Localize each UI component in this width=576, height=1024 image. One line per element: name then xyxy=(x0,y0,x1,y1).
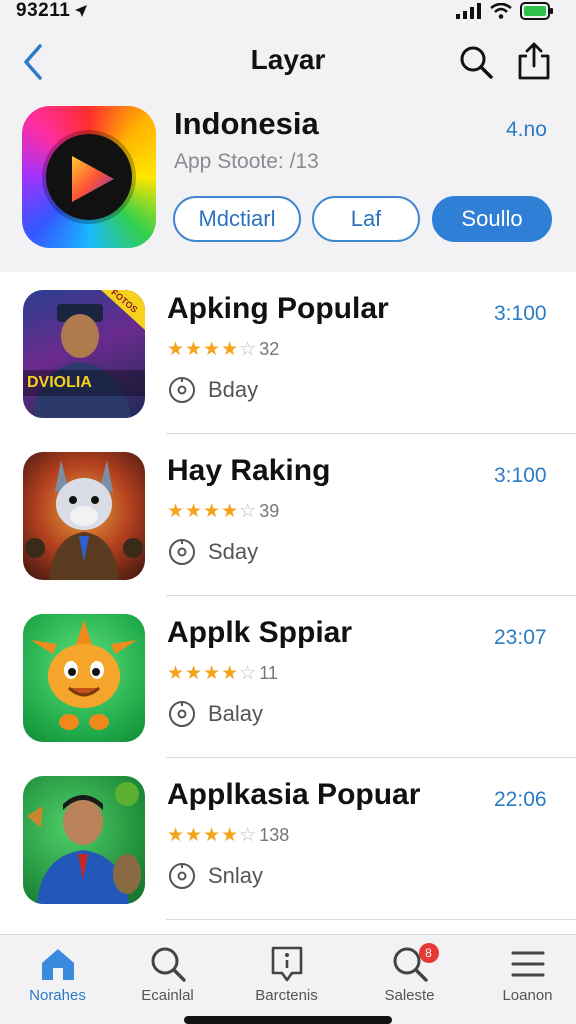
menu-icon xyxy=(511,943,545,985)
share-icon xyxy=(518,42,550,80)
half-star-icon: ☆ xyxy=(239,663,258,684)
app-meta: Bday xyxy=(168,376,258,404)
rating-stars: ★★★★ ☆ 32 xyxy=(167,338,279,361)
tab-updates[interactable]: 8 Saleste xyxy=(352,935,467,1024)
tab-label: Loanon xyxy=(502,987,553,1004)
orange-creature-illustration xyxy=(31,620,137,730)
search-icon xyxy=(149,943,187,985)
battery-icon xyxy=(520,2,553,20)
tab-info[interactable]: Barctenis xyxy=(229,935,344,1024)
app-time: 3:100 xyxy=(494,302,547,325)
app-thumbnail: DVIOLIA FOTOS xyxy=(23,290,145,418)
disc-icon xyxy=(169,377,195,403)
meta-text: Balay xyxy=(208,701,264,726)
tab-label: Saleste xyxy=(384,987,435,1004)
rating-count: 39 xyxy=(259,501,280,521)
half-star-icon: ☆ xyxy=(239,339,258,360)
rating-stars: ★★★★ ☆ 138 xyxy=(167,824,289,847)
status-icons xyxy=(456,2,554,20)
app-meta: Balay xyxy=(168,700,263,728)
half-star-icon: ☆ xyxy=(239,501,258,522)
rating-count: 138 xyxy=(259,825,290,845)
search-badge-icon: 8 xyxy=(391,943,439,985)
meta-text: Sday xyxy=(208,539,259,564)
hero-app-name: Indonesia xyxy=(174,106,319,141)
status-bar: 93211 xyxy=(0,0,576,22)
app-list: DVIOLIA FOTOS Apking Popular 3:100 ★★★★ ☆… xyxy=(0,272,576,920)
home-indicator[interactable] xyxy=(184,1016,392,1024)
man-with-animals-illustration xyxy=(27,782,141,904)
disc-icon xyxy=(169,863,195,889)
pill-button-2[interactable]: Laf xyxy=(312,196,420,242)
status-time-text: 93211 xyxy=(16,0,71,21)
row-divider xyxy=(166,919,576,920)
tab-bar: Norahes Ecainlal Barctenis 8 Saleste Loa… xyxy=(0,934,576,1024)
app-title: Apking Popular xyxy=(167,292,389,325)
home-icon xyxy=(39,943,77,985)
pill-button-1[interactable]: Mdctiarl xyxy=(173,196,301,242)
app-title: Applk Sppiar xyxy=(167,616,353,649)
rating-count: 32 xyxy=(259,339,280,359)
app-time: 3:100 xyxy=(494,464,547,487)
signal-icon xyxy=(456,3,481,19)
stars-filled: ★★★★ xyxy=(167,339,240,360)
tab-search[interactable]: Ecainlal xyxy=(110,935,225,1024)
disc-icon xyxy=(169,539,195,565)
app-header-section: Layar Indonesia 4.no App Stoote: /13 Mdc… xyxy=(0,22,576,272)
hero-app-icon[interactable] xyxy=(22,106,156,248)
app-time: 22:06 xyxy=(494,788,547,811)
rating-stars: ★★★★ ☆ 11 xyxy=(167,662,278,685)
list-item[interactable]: Applkasia Popuar 22:06 ★★★★ ☆ 138 Snlay xyxy=(0,758,576,920)
notification-badge: 8 xyxy=(418,943,439,963)
info-tag-icon xyxy=(270,943,304,985)
share-button[interactable] xyxy=(514,40,554,82)
meta-text: Bday xyxy=(208,377,259,402)
tab-menu[interactable]: Loanon xyxy=(470,935,576,1024)
list-item[interactable]: DVIOLIA FOTOS Apking Popular 3:100 ★★★★ ☆… xyxy=(0,272,576,434)
disc-icon xyxy=(169,701,195,727)
tab-label: Barctenis xyxy=(255,987,318,1004)
app-thumbnail xyxy=(23,452,145,580)
app-title: Hay Raking xyxy=(167,454,331,487)
meta-text: Snlay xyxy=(208,863,264,888)
play-icon xyxy=(72,156,114,202)
tab-label: Ecainlal xyxy=(141,987,194,1004)
search-icon xyxy=(460,46,493,79)
list-item[interactable]: Hay Raking 3:100 ★★★★ ☆ 39 Sday xyxy=(0,434,576,596)
status-time: 93211 xyxy=(16,0,88,22)
app-meta: Sday xyxy=(168,538,258,566)
pill-button-primary[interactable]: Soullo xyxy=(432,196,552,242)
nav-bar: Layar xyxy=(0,40,576,84)
thumb-logo-text: DVIOLIA xyxy=(27,374,92,391)
location-arrow-icon xyxy=(75,5,88,17)
half-star-icon: ☆ xyxy=(239,825,258,846)
hero-rating: 4.no xyxy=(506,118,547,141)
stars-filled: ★★★★ xyxy=(167,825,240,846)
wifi-icon xyxy=(490,3,512,19)
stars-filled: ★★★★ xyxy=(167,501,240,522)
search-button[interactable] xyxy=(456,42,496,82)
list-item[interactable]: Applk Sppiar 23:07 ★★★★ ☆ 11 Balay xyxy=(0,596,576,758)
stars-filled: ★★★★ xyxy=(167,663,240,684)
dog-character-illustration xyxy=(25,460,143,580)
app-time: 23:07 xyxy=(494,626,547,649)
app-title: Applkasia Popuar xyxy=(167,778,421,811)
hero-subtitle: App Stoote: /13 xyxy=(174,150,319,173)
rating-count: 11 xyxy=(259,663,278,683)
tab-home[interactable]: Norahes xyxy=(0,935,115,1024)
rating-stars: ★★★★ ☆ 39 xyxy=(167,500,279,523)
app-thumbnail xyxy=(23,776,145,904)
tab-label: Norahes xyxy=(29,987,86,1004)
app-meta: Snlay xyxy=(168,862,263,890)
app-thumbnail xyxy=(23,614,145,742)
